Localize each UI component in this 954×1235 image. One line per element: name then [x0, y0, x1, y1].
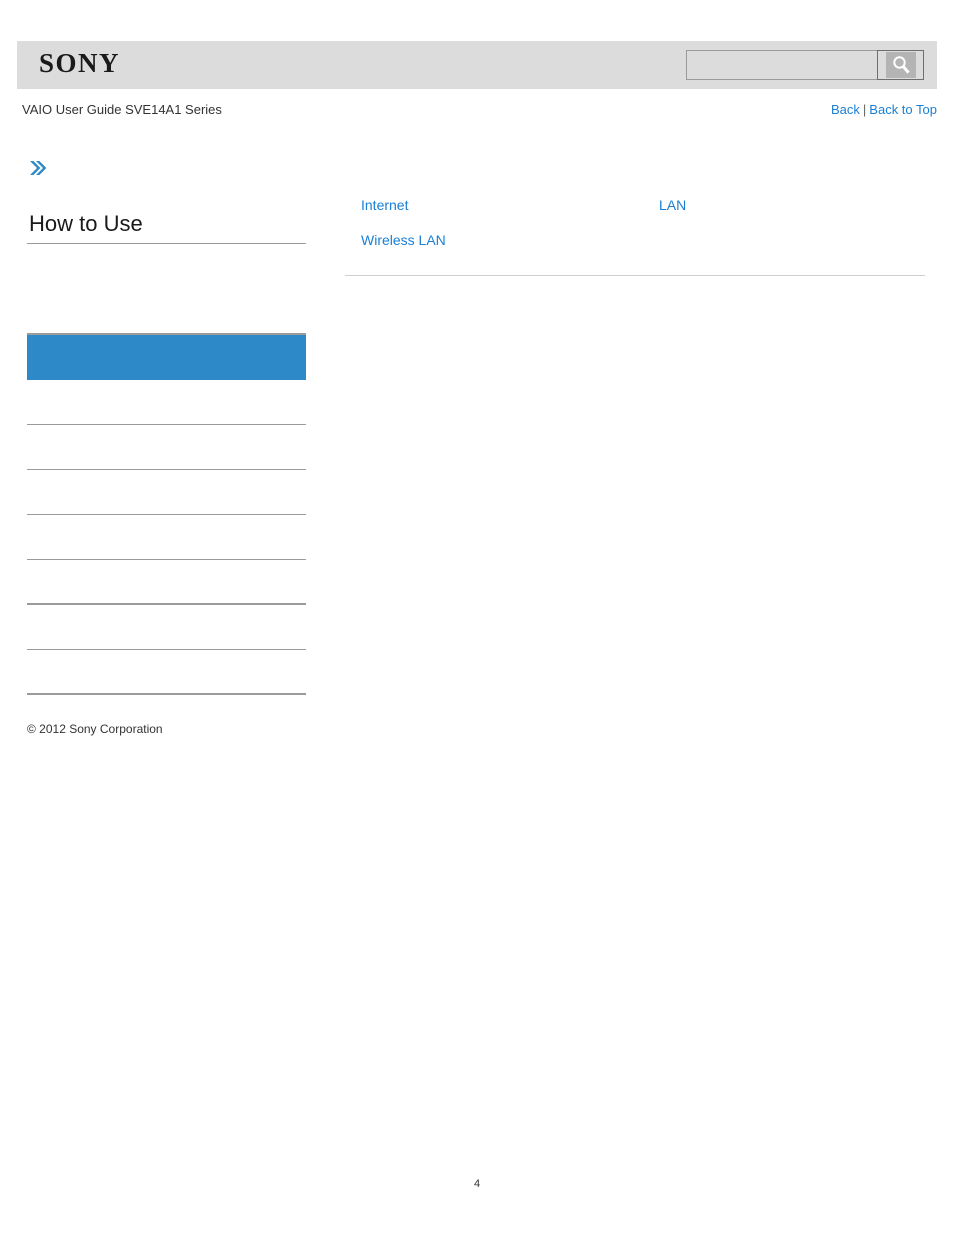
top-navigation-links: Back | Back to Top [831, 102, 937, 117]
topic-cell [635, 231, 925, 266]
search-area [686, 50, 924, 80]
topic-link-grid: Internet LAN Wireless LAN [345, 196, 925, 266]
header-band: SONY [17, 41, 937, 89]
sidebar: How to Use © 2012 Sony Corporation [27, 158, 307, 736]
page-title: VAIO User Guide SVE14A1 Series [22, 102, 222, 117]
topic-link-row: Wireless LAN [345, 231, 925, 266]
sony-logo: SONY [39, 48, 121, 78]
sidebar-item-4[interactable] [27, 380, 306, 425]
sidebar-item-9[interactable] [27, 605, 306, 650]
sidebar-item-7[interactable] [27, 515, 306, 560]
sidebar-item-2[interactable] [27, 289, 306, 334]
copyright-text: © 2012 Sony Corporation [27, 722, 163, 736]
topic-link-internet[interactable]: Internet [361, 197, 408, 213]
sidebar-item-8[interactable] [27, 560, 306, 605]
sidebar-item-1[interactable] [27, 244, 306, 289]
search-input[interactable] [686, 50, 877, 80]
link-separator: | [862, 102, 867, 117]
topic-link-lan[interactable]: LAN [659, 197, 686, 213]
content-divider [345, 275, 925, 276]
content-area: Internet LAN Wireless LAN [345, 196, 925, 276]
sidebar-heading: How to Use [27, 211, 306, 244]
sidebar-item-6[interactable] [27, 470, 306, 515]
search-icon [885, 52, 916, 78]
search-button[interactable] [877, 50, 924, 80]
page-number: 4 [473, 1178, 481, 1190]
sidebar-item-5[interactable] [27, 425, 306, 470]
double-chevron-right-icon [27, 158, 47, 178]
topic-link-wireless-lan[interactable]: Wireless LAN [361, 232, 446, 248]
back-to-top-link[interactable]: Back to Top [869, 102, 937, 117]
topic-cell: Wireless LAN [345, 231, 635, 266]
topic-cell: Internet [345, 196, 635, 231]
back-link[interactable]: Back [831, 102, 860, 117]
sidebar-item-10[interactable] [27, 650, 306, 695]
sidebar-item-selected[interactable] [27, 334, 306, 380]
topic-link-row: Internet LAN [345, 196, 925, 231]
topic-cell: LAN [635, 196, 925, 231]
